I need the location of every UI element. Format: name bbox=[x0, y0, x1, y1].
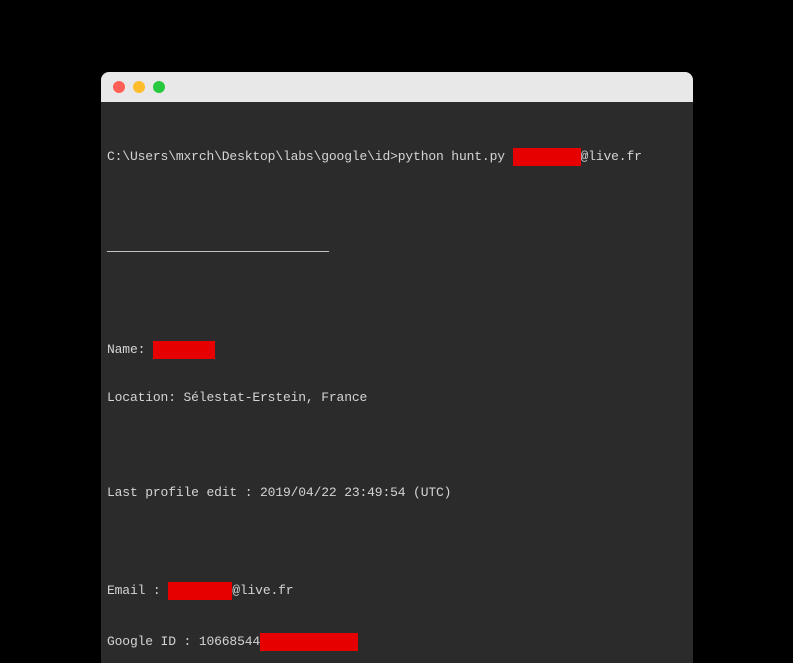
redacted-google-id bbox=[260, 633, 358, 651]
redacted-name bbox=[153, 341, 215, 359]
prompt-prefix: C:\Users\mxrch\Desktop\labs\google\id>py… bbox=[107, 149, 513, 164]
email-suffix: @live.fr bbox=[232, 583, 293, 598]
prompt-suffix: @live.fr bbox=[581, 149, 642, 164]
divider-line: ————————————————————————————— bbox=[107, 244, 687, 260]
maximize-icon[interactable] bbox=[153, 81, 165, 93]
google-id-suffix: 4 bbox=[252, 634, 260, 649]
window-titlebar bbox=[101, 72, 693, 102]
redacted-email bbox=[168, 582, 232, 600]
google-id-label: Google ID : 1066854 bbox=[107, 634, 252, 649]
name-label: Name: bbox=[107, 342, 153, 357]
location-line: Location: Sélestat-Erstein, France bbox=[107, 390, 687, 406]
terminal-window: C:\Users\mxrch\Desktop\labs\google\id>py… bbox=[101, 72, 693, 663]
redacted-email-user bbox=[513, 148, 581, 166]
terminal-output[interactable]: C:\Users\mxrch\Desktop\labs\google\id>py… bbox=[101, 102, 693, 663]
email-label: Email : bbox=[107, 583, 168, 598]
close-icon[interactable] bbox=[113, 81, 125, 93]
last-edit-line: Last profile edit : 2019/04/22 23:49:54 … bbox=[107, 485, 687, 501]
minimize-icon[interactable] bbox=[133, 81, 145, 93]
